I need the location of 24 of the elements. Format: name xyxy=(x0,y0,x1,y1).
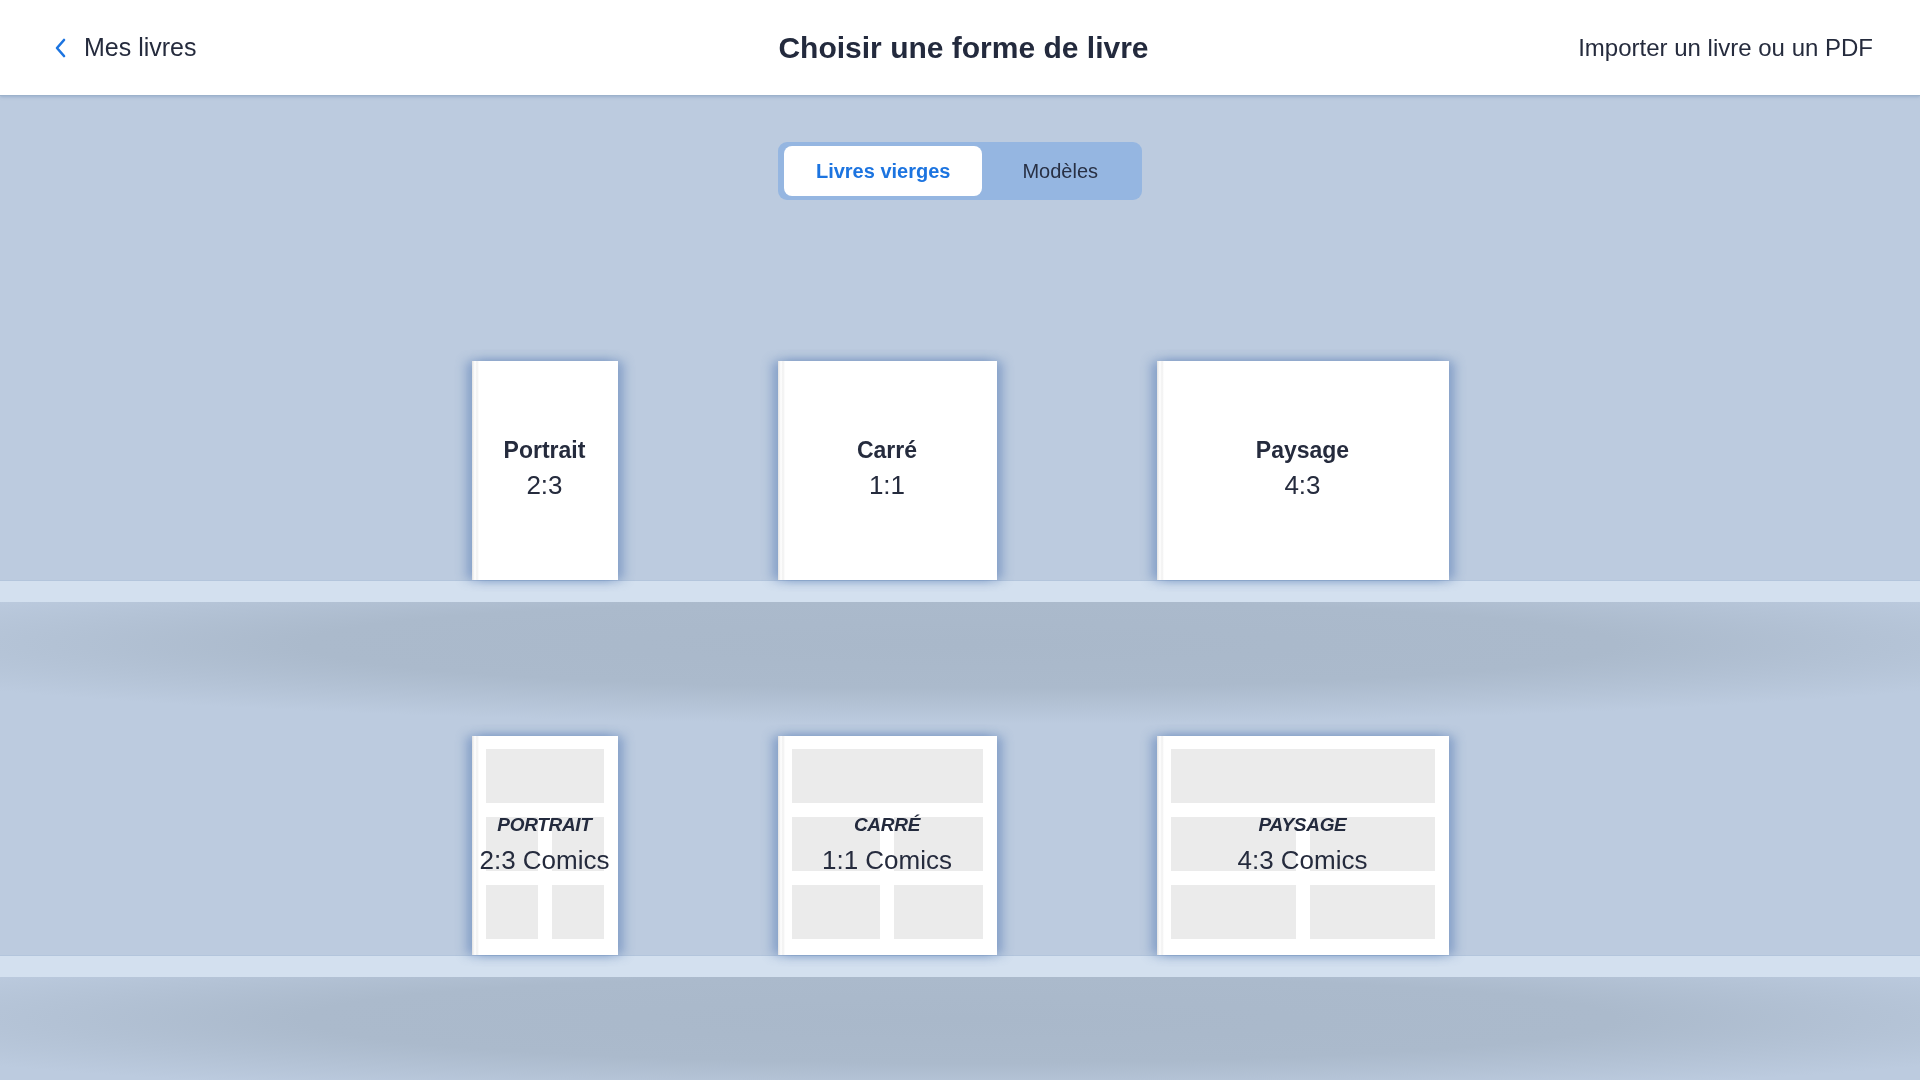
book-title: Paysage xyxy=(1255,435,1350,465)
book-title: CARRÉ xyxy=(853,812,920,837)
book-ratio: 2:3 Comics xyxy=(479,843,610,877)
chevron-left-icon xyxy=(54,37,66,58)
book-card[interactable]: CARRÉ 1:1 Comics xyxy=(777,736,997,955)
book-title: PORTRAIT xyxy=(497,812,592,837)
book-card[interactable]: Paysage 4:3 xyxy=(1156,361,1449,580)
book-card[interactable]: PAYSAGE 4:3 Comics xyxy=(1156,736,1449,955)
book-ratio: 1:1 Comics xyxy=(821,843,952,877)
book-title: Carré xyxy=(856,435,918,465)
book-title: PAYSAGE xyxy=(1258,812,1347,837)
book-ratio: 4:3 Comics xyxy=(1237,843,1368,877)
book-card[interactable]: PORTRAIT 2:3 Comics xyxy=(471,736,618,955)
book-ratio: 4:3 xyxy=(1284,468,1321,502)
book-card[interactable]: Carré 1:1 xyxy=(777,361,997,580)
book-card[interactable]: Portrait 2:3 xyxy=(471,361,618,580)
tab[interactable]: Modèles xyxy=(982,146,1137,196)
page-title: Choisir une forme de livre xyxy=(778,30,1149,65)
book-ratio: 2:3 xyxy=(526,468,563,502)
book-title: Portrait xyxy=(503,435,586,465)
import-link[interactable]: Importer un livre ou un PDF xyxy=(1578,33,1873,62)
book-ratio: 1:1 xyxy=(868,468,906,502)
tab[interactable]: Livres vierges xyxy=(783,146,983,196)
back-link[interactable]: Mes livres xyxy=(54,33,197,62)
